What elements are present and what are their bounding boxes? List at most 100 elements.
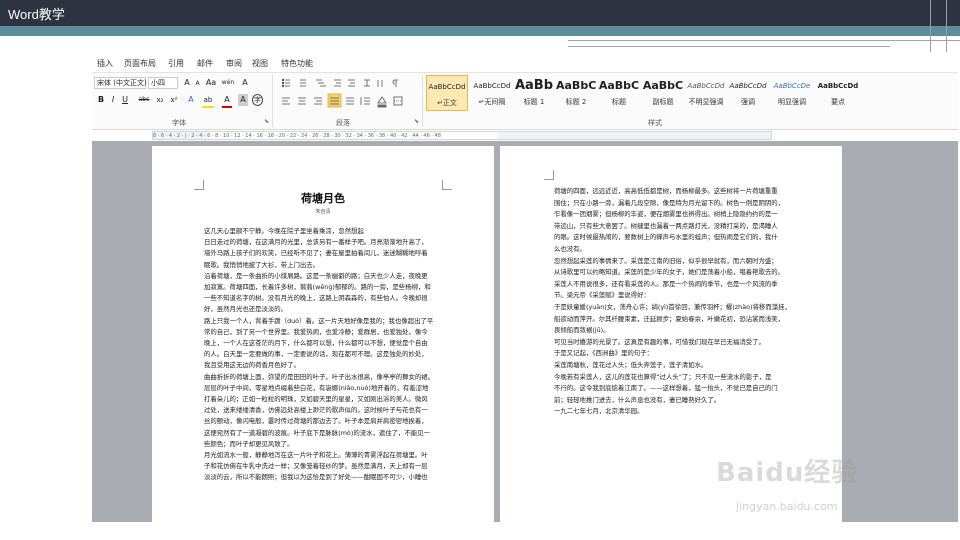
style-name: 强调 bbox=[741, 98, 755, 106]
text-line: 的眼。这时候最热闹的，要数树上的蝉声与水里的蛙声；但热闹是它们的，我什 bbox=[554, 233, 778, 242]
font-color-button[interactable]: A bbox=[222, 94, 232, 108]
text-line: 层层的叶子中间，零星地点缀着些白花，有袅娜(niǎo,nuó)地开着的，有羞涩地 bbox=[204, 383, 429, 392]
style-name: ↵正文 bbox=[437, 99, 457, 107]
text-line: 乍看像一团烟雾；但杨柳的丰姿，便在烟雾里也辨得出。树梢上隐隐约约的是一 bbox=[554, 210, 778, 219]
style-heading-2[interactable]: AaBbC 标题 2 bbox=[556, 75, 596, 111]
style-name: 标题 1 bbox=[523, 98, 545, 106]
decrease-indent-icon bbox=[334, 79, 341, 87]
group-separator bbox=[422, 75, 423, 127]
text-line: 我且受用这无边的荷香月色好了。 bbox=[204, 361, 300, 370]
text-line: 带远山，只有些大意罢了。树缝里也漏着一两点路灯光，没精打采的，是渴睡人 bbox=[554, 221, 778, 230]
text-line: 忽然想起采莲的事情来了。采莲是江南的旧俗，似乎很早就有，而六朝时为盛； bbox=[554, 256, 778, 265]
highlight-button[interactable]: ab bbox=[202, 94, 214, 108]
text-line: 节。梁元帝《采莲赋》里说得好： bbox=[554, 291, 650, 300]
bold-button[interactable]: B bbox=[96, 94, 106, 106]
text-line: 今晚若有采莲人，这儿的莲花也算得“过人头”了；只不见一些流水的影子，是 bbox=[554, 372, 772, 381]
paragraph-group-label: 段落 bbox=[336, 119, 350, 127]
text-line: 日日走过的荷塘，在这满月的光里，总该另有一番样子吧。月亮渐渐地升高了， bbox=[204, 238, 428, 247]
style-sample: AaBbCcDd bbox=[687, 82, 725, 90]
style-sample: AaBbC bbox=[556, 79, 596, 92]
text-line: 的人。白天里一定要做的事，一定要说的话，现在都可不理。这是独处的妙处， bbox=[204, 350, 428, 359]
text-line: 从诗歌里可以约略知道。采莲的是少年的女子，她们是荡着小船，唱着艳歌去的。 bbox=[554, 268, 785, 277]
slide-root: Word教学 插入 页面布局 引用 邮件 审阅 视图 特色功能 宋体 (中文正文… bbox=[0, 0, 960, 540]
style-name: 要点 bbox=[831, 98, 845, 106]
text-line: 这便宛然有了一道凝碧的波痕。叶子底下是脉脉(mò)的流水，遮住了，不能见一 bbox=[204, 428, 431, 437]
borders-icon bbox=[393, 96, 403, 106]
align-left-icon bbox=[282, 97, 290, 105]
char-border-button[interactable]: A bbox=[240, 77, 250, 89]
decorative-line bbox=[568, 40, 960, 41]
style-subtitle[interactable]: AaBbC 副标题 bbox=[642, 75, 684, 111]
align-center-icon bbox=[298, 97, 306, 105]
change-case-button[interactable]: Aa bbox=[204, 77, 218, 89]
margin-corner bbox=[442, 180, 452, 190]
font-dialog-launcher-icon[interactable]: ⬊ bbox=[264, 118, 269, 125]
menu-page-layout[interactable]: 页面布局 bbox=[124, 58, 156, 69]
font-name-select[interactable]: 宋体 (中文正文) bbox=[94, 77, 147, 89]
text-line: 围住；只在小路一旁，漏着几段空隙，像是特为月光留下的。树色一例是阴阴的， bbox=[554, 198, 785, 207]
underline-button[interactable]: U bbox=[120, 94, 130, 106]
text-line: 可见当时嬉游的光景了。这真是有趣的事，可惜我们现在早已无福消受了。 bbox=[554, 337, 765, 346]
text-line: 墙外马路上孩子们的欢笑，已经听不见了；妻在屋里拍着闰儿，迷迷糊糊地哼着 bbox=[204, 249, 428, 258]
text-effects-button[interactable]: A bbox=[186, 94, 196, 106]
menu-references[interactable]: 引用 bbox=[168, 58, 184, 69]
show-marks-icon bbox=[392, 79, 398, 87]
text-line: 采莲南塘秋，莲花过人头；低头弄莲子，莲子清如水。 bbox=[554, 361, 708, 369]
menu-mailings[interactable]: 邮件 bbox=[197, 58, 213, 69]
subscript-button[interactable]: x₂ bbox=[154, 94, 166, 106]
menu-special[interactable]: 特色功能 bbox=[281, 58, 313, 69]
menu-review[interactable]: 审阅 bbox=[226, 58, 242, 69]
text-line: 么也没有。 bbox=[554, 245, 586, 253]
italic-button[interactable]: I bbox=[108, 94, 118, 106]
strikethrough-button[interactable]: abc bbox=[136, 94, 152, 106]
chinese-layout-icon bbox=[364, 79, 370, 87]
grow-font-button[interactable]: A bbox=[182, 77, 192, 89]
menu-insert[interactable]: 插入 bbox=[97, 58, 113, 69]
style-name: ↵无间隔 bbox=[478, 98, 506, 106]
superscript-button[interactable]: x² bbox=[168, 94, 180, 106]
style-sample: AaBb bbox=[514, 78, 554, 93]
style-heading-1[interactable]: AaBb 标题 1 bbox=[514, 75, 554, 111]
style-strong[interactable]: AaBbCcDd 要点 bbox=[816, 75, 860, 111]
text-line: 晚上，一个人在这苍茫的月下，什么都可以想，什么都可以不想，便觉是个自由 bbox=[204, 339, 428, 347]
justify-selected bbox=[327, 93, 342, 108]
enclose-char-button[interactable]: 字 bbox=[252, 94, 263, 106]
text-line: 荷塘的四面，远远近近，高高低低都是树，而杨柳最多。这些树将一片荷塘重重 bbox=[554, 187, 778, 195]
align-right-icon bbox=[314, 97, 322, 105]
document-title: 荷塘月色 bbox=[301, 192, 345, 205]
decorative-line bbox=[930, 0, 931, 54]
horizontal-ruler[interactable]: 8 · 6 · 4 · 2 · | · 2 · 4 · 6 · 8 · 10 ·… bbox=[152, 131, 772, 140]
text-line: 采莲人不用说很多，还有看采莲的人。那是一个热闹的季节，也是一个风流的季 bbox=[554, 279, 778, 288]
style-sample: AaBbCcDd bbox=[817, 82, 859, 90]
style-no-spacing[interactable]: AaBbCcDd ↵无间隔 bbox=[470, 75, 514, 111]
style-name: 明显强调 bbox=[778, 98, 806, 106]
style-emphasis[interactable]: AaBbCcDd 强调 bbox=[728, 75, 768, 111]
phonetic-guide-button[interactable]: wén bbox=[220, 77, 236, 89]
paragraph-dialog-launcher-icon[interactable]: ⬊ bbox=[414, 118, 419, 125]
text-line: 畏倾船而敛裾(jū)。 bbox=[554, 326, 610, 335]
paragraph-tools bbox=[278, 73, 418, 117]
style-subtle-emphasis[interactable]: AaBbCcDd 不明显强调 bbox=[684, 75, 728, 111]
document-author: 朱自清 bbox=[315, 209, 331, 215]
style-intense-emphasis[interactable]: AaBbCcDe 明显强调 bbox=[770, 75, 814, 111]
increase-indent-icon bbox=[348, 79, 355, 87]
text-line: 路上只我一个人，背着手踱（duó）着。这一片天地好像是我的；我也像超出了平 bbox=[204, 316, 434, 325]
text-line: 些颜色；而叶子却更见风致了。 bbox=[204, 439, 294, 448]
decorative-line bbox=[946, 0, 947, 54]
menu-view[interactable]: 视图 bbox=[252, 58, 268, 69]
shrink-font-button[interactable]: A bbox=[193, 78, 202, 90]
text-line: 曲曲折折的荷塘上面，弥望的是田田的叶子。叶子出水很高，像亭亭的舞女的裙。 bbox=[204, 372, 435, 381]
style-normal[interactable]: AaBbCcDd ↵正文 bbox=[426, 75, 468, 111]
text-line: 于是又记起，《西洲曲》里的句子： bbox=[554, 349, 654, 358]
text-line: 沿着荷塘，是一条曲折的小煤屑路。这是一条幽僻的路；白天也少人走，夜晚更 bbox=[204, 271, 428, 280]
char-shading-button[interactable]: A bbox=[238, 94, 248, 106]
font-size-select[interactable]: 小四 bbox=[148, 77, 178, 89]
text-line: 一九二七年七月，北京清华园。 bbox=[554, 407, 644, 416]
decorative-line bbox=[568, 46, 890, 47]
text-line: 常的自己，到了另一个世界里。我爱热闹，也爱冷静；爱群居，也爱独处。像今 bbox=[204, 327, 428, 336]
style-sample: AaBbC bbox=[598, 79, 640, 92]
document-page-1[interactable]: 荷塘月色 朱自清 这几天心里颇不宁静。今晚在院子里坐着乘凉，忽然想起 日日走过的荷… bbox=[152, 146, 494, 522]
style-title[interactable]: AaBbC 标题 bbox=[598, 75, 640, 111]
style-name: 标题 bbox=[612, 98, 626, 106]
sort-icon bbox=[377, 80, 383, 87]
